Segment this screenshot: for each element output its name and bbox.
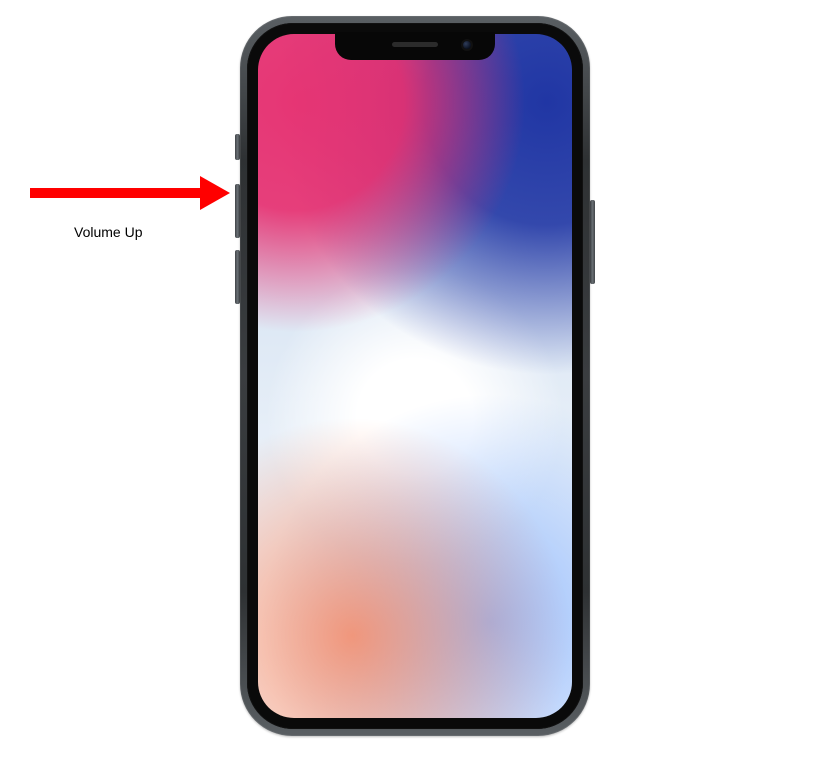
device-screen [258,34,572,718]
annotation-label-volume-up: Volume Up [74,224,142,240]
speaker-grille [392,42,438,47]
iphone-device [240,16,590,736]
front-camera [463,41,471,49]
side-button [590,200,595,284]
diagram-stage: Volume Up [0,0,820,767]
arrow-shaft [30,188,200,198]
annotation-arrow [30,176,230,210]
arrow-head-icon [200,176,230,210]
device-notch [335,32,495,60]
